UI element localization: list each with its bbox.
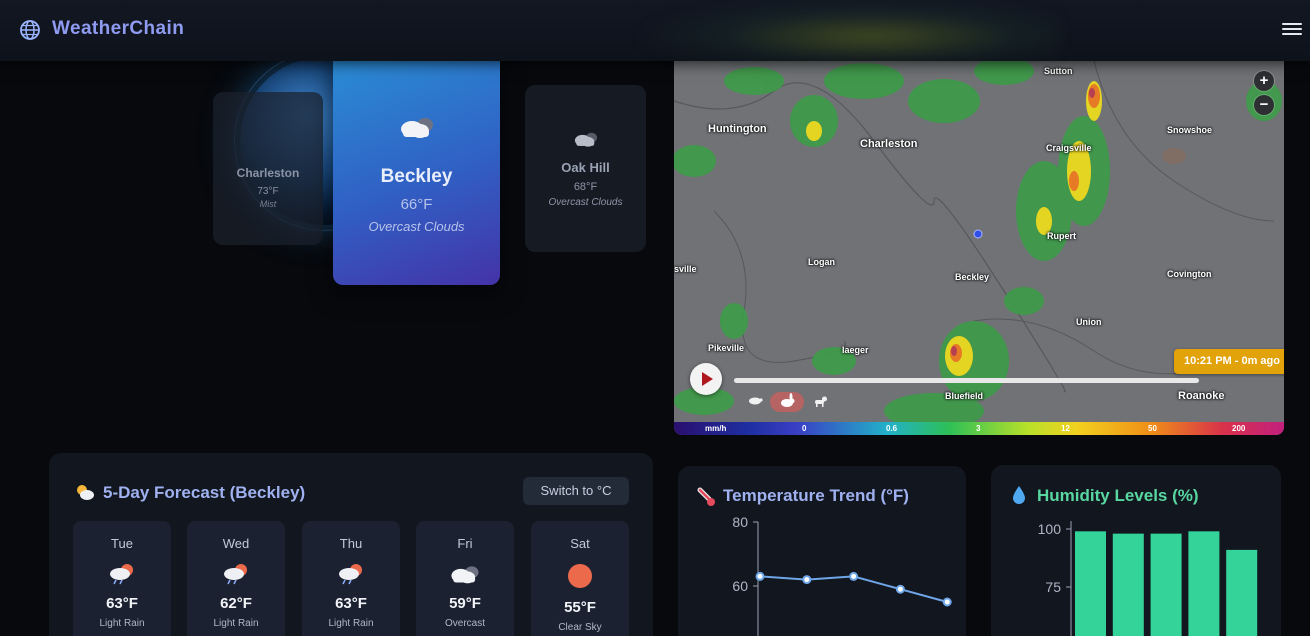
map-label-craigsville: Craigsville (1046, 143, 1092, 153)
y-tick-label: 60 (732, 578, 748, 594)
map-label-union: Union (1076, 317, 1102, 327)
city-name: Oak Hill (561, 160, 610, 175)
precipitation-legend: mm/h 0 0.6 3 12 50 200 (674, 422, 1284, 435)
legend-unit: mm/h (705, 424, 727, 433)
day-desc: Overcast (444, 618, 485, 629)
legend-tick: 12 (1061, 424, 1070, 433)
day-temp: 55°F (564, 599, 596, 616)
map-label-beckley: Beckley (955, 272, 990, 282)
sun-cloud-icon (77, 485, 94, 500)
app-header: WeatherChain (0, 0, 1310, 61)
cloud-icon (574, 132, 597, 147)
legend-tick: 3 (976, 424, 981, 433)
day-name: Tue (111, 536, 133, 551)
switch-unit-button[interactable]: Switch to °C (523, 477, 629, 505)
city-desc: Overcast Clouds (368, 219, 465, 234)
day-temp: 59°F (449, 595, 481, 612)
sun-icon (568, 564, 592, 588)
legend-tick: 200 (1232, 424, 1246, 433)
map-label-pikeville: Pikeville (708, 343, 745, 353)
city-name: Charleston (236, 166, 300, 180)
temperature-point (755, 571, 765, 581)
day-name: Thu (339, 536, 363, 551)
city-temp: 66°F (400, 196, 433, 213)
day-temp: 63°F (335, 595, 367, 612)
day-name: Fri (457, 536, 473, 551)
day-desc: Clear Sky (558, 622, 602, 633)
cloud-icon (400, 118, 433, 138)
map-label-logan: Logan (808, 257, 835, 267)
temperature-line-chart: 80 60 (732, 514, 952, 636)
humidity-panel: Humidity Levels (%) 100 75 (991, 465, 1281, 636)
forecast-day-card[interactable]: Fri 59°F Overcast (416, 521, 514, 636)
hamburger-menu-icon[interactable] (1282, 20, 1302, 38)
cloud-icon (451, 566, 479, 584)
dog-icon[interactable] (812, 394, 828, 408)
rain-sun-icon (110, 564, 133, 585)
map-label-snowshoe: Snowshoe (1167, 125, 1213, 135)
humidity-bar (1188, 531, 1220, 636)
day-temp: 62°F (220, 595, 252, 612)
globe-icon (20, 20, 40, 40)
y-tick-label: 75 (1045, 579, 1061, 595)
turtle-icon[interactable] (747, 394, 763, 406)
forecast-day-card[interactable]: Sat 55°F Clear Sky (531, 521, 629, 636)
legend-tick: 50 (1148, 424, 1157, 433)
map-label-charleston: Charleston (860, 138, 918, 150)
map-label-roanoke: Roanoke (1178, 390, 1225, 402)
city-name: Beckley (380, 166, 453, 187)
city-card-charleston[interactable]: Charleston 73°F Mist (213, 92, 323, 245)
city-temp: 68°F (573, 181, 598, 193)
map-label-bluefield: Bluefield (945, 391, 984, 401)
legend-tick: 0 (802, 424, 807, 433)
forecast-day-card[interactable]: Wed 62°F Light Rain (187, 521, 285, 636)
city-temp: 73°F (257, 186, 279, 197)
timeline-slider[interactable] (734, 378, 1199, 383)
humidity-bar (1150, 533, 1182, 636)
timeline-time-tag: 10:21 PM - 0m ago (1174, 349, 1284, 374)
legend-tick: 0.6 (886, 424, 898, 433)
y-tick-label: 100 (1038, 521, 1062, 537)
radar-map[interactable]: Huntington Charleston Sutton Craigsville… (674, 61, 1284, 435)
day-name: Wed (222, 536, 250, 551)
map-label-huntington: Huntington (708, 123, 767, 135)
temperature-trend-panel: Temperature Trend (°F) 80 60 (678, 466, 966, 636)
day-temp: 63°F (106, 595, 138, 612)
humidity-bar (1075, 531, 1106, 636)
temperature-point (942, 597, 952, 607)
header-radar-glow (640, 0, 1060, 61)
rabbit-speed-button[interactable] (770, 392, 804, 412)
app-title[interactable]: WeatherChain (52, 18, 184, 40)
city-desc: Overcast Clouds (548, 197, 623, 208)
temperature-point (895, 584, 905, 594)
humidity-bar (1226, 549, 1258, 636)
rabbit-icon (781, 393, 795, 407)
humidity-bar-chart: 100 75 (1038, 521, 1258, 636)
city-desc: Mist (259, 199, 277, 209)
city-card-oak-hill[interactable]: Oak Hill 68°F Overcast Clouds (525, 85, 646, 252)
map-label-covington: Covington (1167, 269, 1212, 279)
forecast-day-card[interactable]: Thu 63°F Light Rain (302, 521, 400, 636)
map-label-rupert: Rupert (1047, 231, 1076, 241)
day-desc: Light Rain (328, 618, 374, 629)
city-card-beckley[interactable]: Beckley 66°F Overcast Clouds (333, 52, 500, 285)
day-name: Sat (570, 536, 590, 551)
rain-sun-icon (224, 564, 247, 585)
temperature-point (802, 575, 812, 585)
temperature-point (849, 571, 859, 581)
forecast-panel: 5-Day Forecast (Beckley) Switch to °C Tu… (49, 453, 653, 636)
zoom-in-button[interactable]: + (1254, 71, 1274, 91)
map-label-sville: sville (674, 264, 697, 274)
play-icon[interactable] (690, 363, 722, 395)
y-tick-label: 80 (732, 514, 748, 530)
day-desc: Light Rain (99, 618, 145, 629)
rain-sun-icon (339, 564, 362, 585)
day-desc: Light Rain (213, 618, 259, 629)
forecast-title: 5-Day Forecast (Beckley) (103, 483, 306, 502)
humidity-bar (1112, 533, 1144, 636)
forecast-day-card[interactable]: Tue 63°F Light Rain (73, 521, 171, 636)
zoom-out-button[interactable]: − (1254, 95, 1274, 115)
map-label-iaeger: Iaeger (842, 345, 869, 355)
map-label-sutton: Sutton (1044, 66, 1073, 76)
